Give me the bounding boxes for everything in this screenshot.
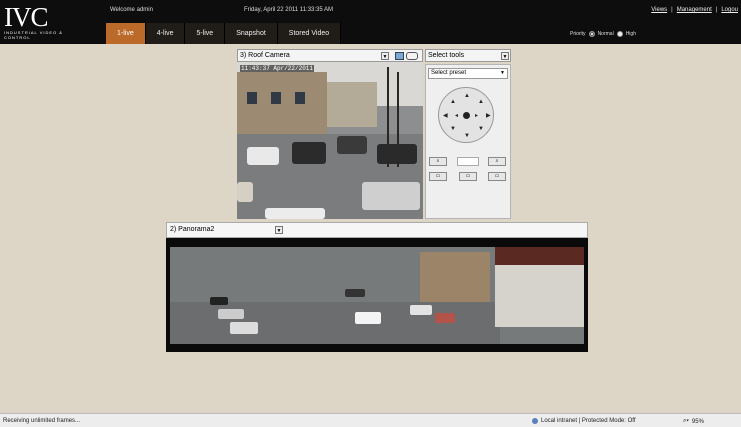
zoom-level-field[interactable] <box>457 157 479 166</box>
camera2-video[interactable] <box>166 238 588 352</box>
link-views[interactable]: Views <box>651 7 667 13</box>
preset-select[interactable]: Select preset ▼ <box>428 68 508 79</box>
step-left-icon[interactable]: ◂ <box>455 113 458 119</box>
priority-label: Priority <box>570 31 586 37</box>
focus-far-icon[interactable]: ▭ <box>488 172 506 181</box>
ptz-home-icon[interactable] <box>463 112 470 119</box>
tab-snapshot[interactable]: Snapshot <box>225 23 278 44</box>
tools-dropdown-icon[interactable]: ▼ <box>501 52 509 60</box>
ptz-directional-pad: ▲ ▼ ◀ ▶ ▲ ▲ ▼ ▼ ◂ ▸ <box>438 87 494 143</box>
pan-left-icon[interactable]: ◀ <box>443 113 448 119</box>
preset-select-value: Select preset <box>431 70 467 76</box>
preset-dropdown-icon: ▼ <box>500 70 505 76</box>
camera2-select-value[interactable]: 2) Panorama2 <box>170 226 214 233</box>
logo-text: IVC <box>4 2 49 32</box>
magnifier-icon: ⌕▾ <box>683 418 689 424</box>
pan-down-icon[interactable]: ▼ <box>464 133 470 139</box>
live-tabs: 1-live 4-live 5-live Snapshot Stored Vid… <box>106 23 342 44</box>
step-right-icon[interactable]: ▸ <box>475 113 478 119</box>
priority-selector: Priority Normal High <box>570 31 636 37</box>
priority-normal-label: Normal <box>597 31 614 37</box>
tab-5-live[interactable]: 5-live <box>185 23 226 44</box>
ivc-logo: IVC INDUSTRIAL VIDEO & CONTROL <box>4 2 64 41</box>
priority-normal-radio[interactable] <box>588 31 595 37</box>
camera1-select-value[interactable]: 3) Roof Camera <box>240 52 290 59</box>
zoom-control[interactable]: ⌕▾ 95% <box>683 418 704 425</box>
datetime-text: Friday, April 22 2011 11:33:35 AM <box>244 7 334 13</box>
welcome-text: Welcome admin <box>110 7 153 13</box>
camera2-toolbar: 2) Panorama2 ▼ <box>166 222 588 238</box>
link-logout[interactable]: Logou <box>721 7 738 13</box>
header-links: Views | Management | Logou <box>651 7 738 13</box>
tab-1-live[interactable]: 1-live <box>106 23 146 44</box>
intranet-icon <box>532 418 538 424</box>
camera1-timestamp: 11:43:37 Apr/22/2011 <box>240 65 315 72</box>
tab-stored-video[interactable]: Stored Video <box>277 23 342 44</box>
zoom-out-icon[interactable]: ⌕ <box>488 157 506 166</box>
priority-high-label: High <box>625 31 636 37</box>
focus-auto-icon[interactable]: ▭ <box>459 172 477 181</box>
security-zone-text: Local intranet | Protected Mode: Off <box>541 418 636 424</box>
zoom-in-icon[interactable]: ⌕ <box>429 157 447 166</box>
camera1-toolbar: 3) Roof Camera ▼ <box>237 49 423 62</box>
tools-select-value: Select tools <box>428 52 465 59</box>
pan-up-left-icon[interactable]: ▲ <box>450 99 456 105</box>
status-text: Receiving unlimited frames... <box>3 418 81 424</box>
pan-down-right-icon[interactable]: ▼ <box>478 126 484 132</box>
tab-4-live[interactable]: 4-live <box>145 23 186 44</box>
focus-near-icon[interactable]: ▭ <box>429 172 447 181</box>
snapshot-icon[interactable] <box>406 52 418 60</box>
pan-up-right-icon[interactable]: ▲ <box>478 99 484 105</box>
link-management[interactable]: Management <box>677 7 712 13</box>
camera1-video[interactable]: 11:43:37 Apr/22/2011 <box>237 62 423 219</box>
ptz-panel: Select preset ▼ ▲ ▼ ◀ ▶ ▲ ▲ ▼ ▼ ◂ ▸ ⌕ ⌕ … <box>425 64 511 219</box>
top-bar: IVC INDUSTRIAL VIDEO & CONTROL Welcome a… <box>0 0 741 44</box>
status-bar: Receiving unlimited frames... Local intr… <box>0 413 741 427</box>
pan-down-left-icon[interactable]: ▼ <box>450 126 456 132</box>
camera2-dropdown-icon[interactable]: ▼ <box>275 226 283 234</box>
tools-select[interactable]: Select tools ▼ <box>425 49 511 62</box>
priority-high-radio[interactable] <box>616 31 623 37</box>
pan-right-icon[interactable]: ▶ <box>486 113 491 119</box>
security-zone: Local intranet | Protected Mode: Off <box>532 418 636 424</box>
pan-up-icon[interactable]: ▲ <box>464 93 470 99</box>
camera1-dropdown-icon[interactable]: ▼ <box>381 52 389 60</box>
fullscreen-icon[interactable] <box>395 52 404 60</box>
zoom-level-text: 95% <box>691 418 704 425</box>
logo-subtext: INDUSTRIAL VIDEO & CONTROL <box>4 30 63 40</box>
